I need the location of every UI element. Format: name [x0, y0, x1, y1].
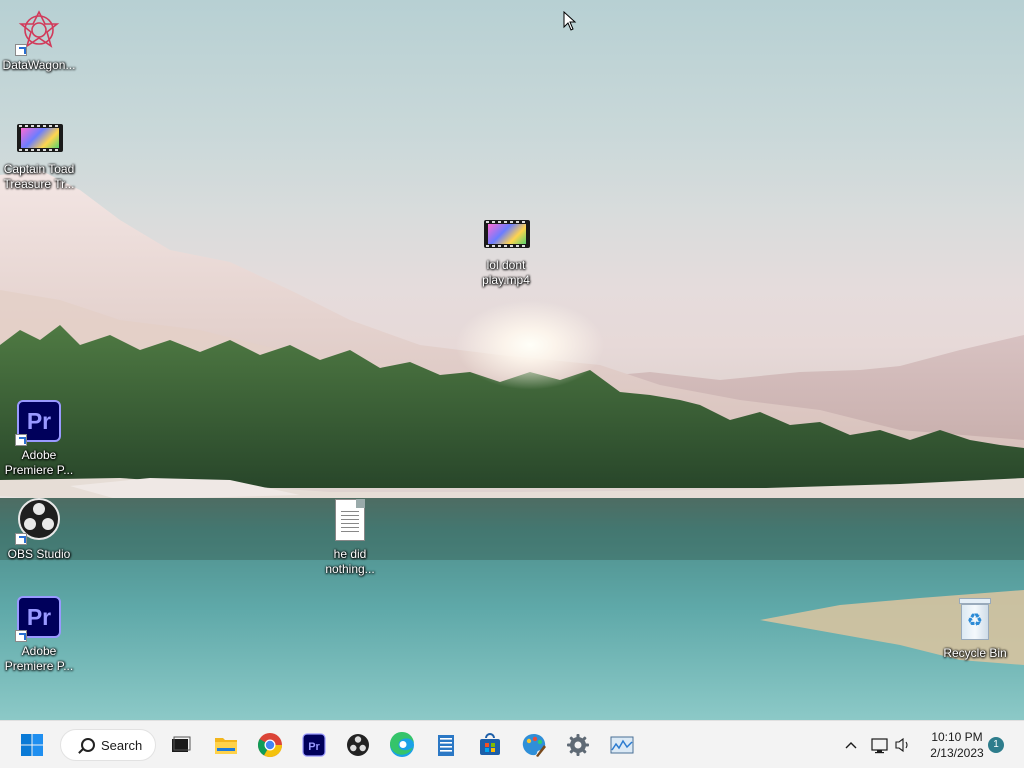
task-view-button[interactable]: [162, 727, 198, 763]
mouse-pointer-icon: [563, 11, 577, 31]
desktop-icon-label: Captain Toad Treasure Tr...: [3, 162, 75, 191]
task-view-icon: [172, 736, 191, 752]
obs-studio-button[interactable]: [340, 727, 376, 763]
chrome-button[interactable]: [252, 727, 288, 763]
text-document-icon: [326, 497, 374, 545]
desktop-icon-label: DataWagon...: [2, 58, 76, 72]
desktop-icon-captain-toad[interactable]: Captain Toad Treasure Tr...: [1, 112, 77, 192]
taskbar: Search Pr 10:10 PM 2/13/2023 1: [0, 720, 1024, 768]
clock-time: 10:10 PM: [931, 730, 983, 744]
desktop-icon-recycle-bin[interactable]: ♻ Recycle Bin: [937, 596, 1013, 661]
chevron-up-icon: [845, 742, 857, 749]
network-tray-button[interactable]: [868, 727, 892, 763]
search-icon: [81, 738, 95, 752]
edge-icon: [389, 731, 414, 757]
datawagon-icon: [15, 8, 63, 56]
desktop-wallpaper[interactable]: DataWagon... Captain Toad Treasure Tr...…: [0, 0, 1024, 720]
notification-badge[interactable]: 1: [988, 737, 1004, 753]
settings-icon: [567, 734, 589, 756]
desktop-icon-label: OBS Studio: [7, 547, 71, 561]
search-label: Search: [101, 738, 143, 753]
edge-button[interactable]: [384, 727, 420, 763]
search-box[interactable]: Search: [60, 729, 156, 761]
desktop-icon-label: lol dont play.mp4: [482, 258, 530, 287]
paint-button[interactable]: [516, 727, 552, 763]
premiere-pro-icon: Pr: [15, 594, 63, 642]
volume-tray-button[interactable]: [892, 727, 914, 763]
desktop-icon-label: Adobe Premiere P...: [4, 448, 74, 477]
premiere-pro-icon: Pr: [302, 733, 326, 757]
obs-studio-icon: [347, 734, 369, 756]
desktop-icon-label: he did nothing...: [325, 547, 375, 576]
clock[interactable]: 10:10 PM 2/13/2023: [918, 729, 996, 761]
speaker-icon: [895, 737, 908, 753]
desktop-icon-obs-studio[interactable]: OBS Studio: [1, 497, 77, 562]
microsoft-store-button[interactable]: [472, 727, 508, 763]
shortcut-arrow-icon: [15, 434, 27, 446]
desktop-icon-he-did-nothing[interactable]: he did nothing...: [312, 497, 388, 577]
start-button[interactable]: [14, 727, 50, 763]
settings-button[interactable]: [560, 727, 596, 763]
desktop-icon-label: Recycle Bin: [943, 646, 1007, 660]
shortcut-arrow-icon: [15, 44, 27, 56]
desktop-icon-premiere-1[interactable]: Pr Adobe Premiere P...: [1, 398, 77, 478]
desktop-icon-lol-dont-play[interactable]: lol dont play.mp4: [468, 208, 544, 288]
network-icon: [871, 738, 888, 754]
start-icon: [21, 734, 43, 756]
shortcut-arrow-icon: [15, 533, 27, 545]
notepad-icon: [438, 735, 454, 756]
clock-date: 2/13/2023: [930, 746, 984, 760]
resource-monitor-button[interactable]: [604, 727, 640, 763]
show-hidden-icons-button[interactable]: [834, 727, 868, 763]
chrome-icon: [257, 733, 282, 758]
desktop-icon-premiere-2[interactable]: Pr Adobe Premiere P...: [1, 594, 77, 674]
premiere-pro-button[interactable]: Pr: [296, 727, 332, 763]
svg-text:Pr: Pr: [308, 741, 320, 753]
file-explorer-button[interactable]: [208, 727, 244, 763]
file-explorer-icon: [215, 738, 237, 754]
notepad-button[interactable]: [428, 727, 464, 763]
resource-monitor-icon: [610, 736, 634, 754]
premiere-pro-icon: Pr: [15, 398, 63, 446]
obs-studio-icon: [15, 497, 63, 545]
paint-icon: [522, 734, 546, 757]
video-file-icon: [15, 112, 63, 160]
desktop-icon-label: Adobe Premiere P...: [4, 644, 74, 673]
microsoft-store-icon: [480, 733, 500, 755]
shortcut-arrow-icon: [15, 630, 27, 642]
sun-glow: [455, 300, 605, 390]
desktop-icon-datawagon[interactable]: DataWagon...: [1, 8, 77, 73]
recycle-bin-icon: ♻: [951, 596, 999, 644]
video-file-icon: [482, 208, 530, 256]
